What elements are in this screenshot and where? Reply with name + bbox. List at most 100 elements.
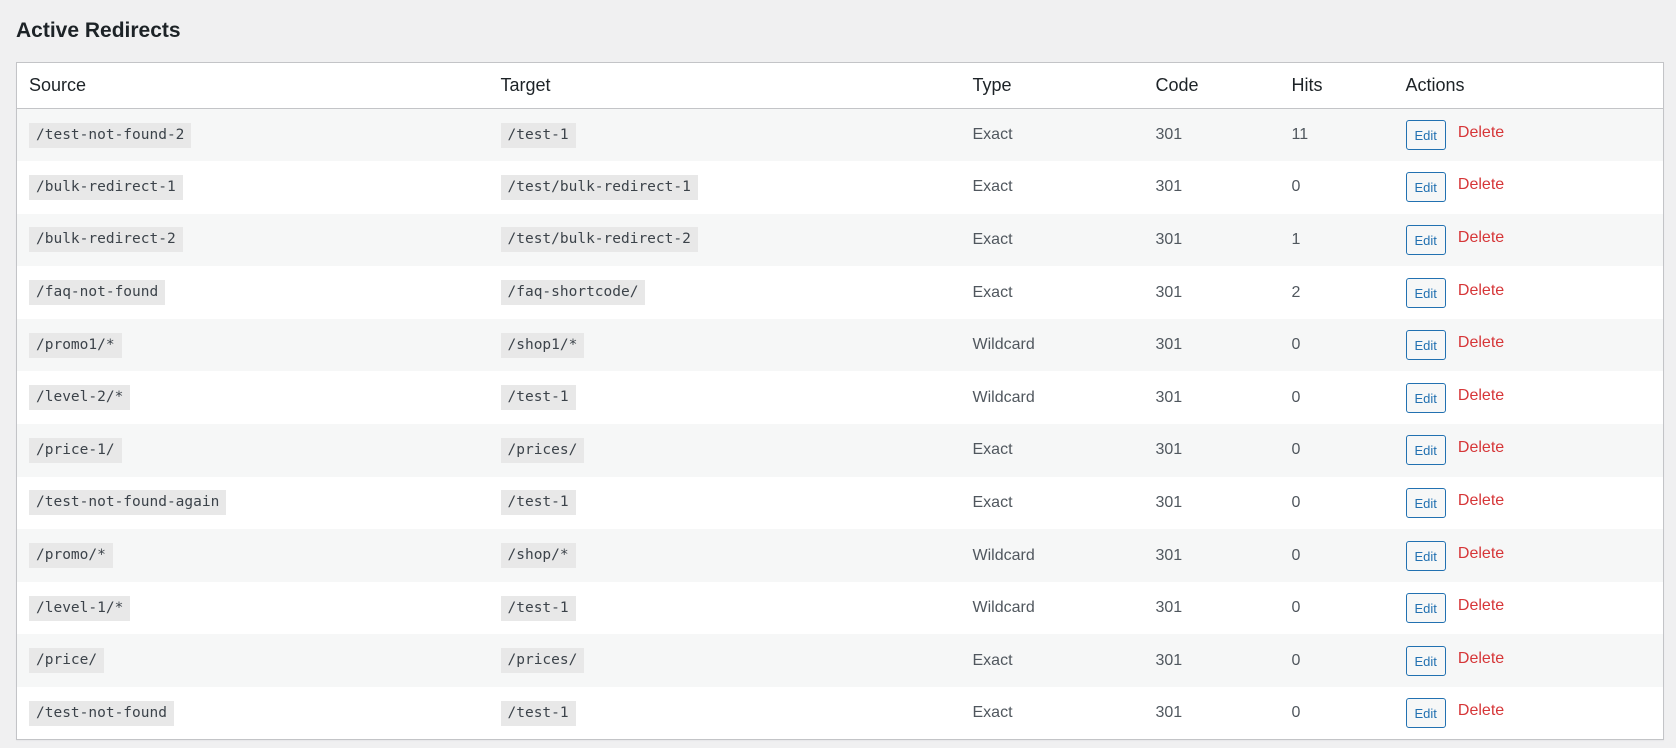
edit-button[interactable]: Edit xyxy=(1405,487,1446,518)
delete-link[interactable]: Delete xyxy=(1458,334,1504,352)
target-path: /test-1 xyxy=(500,595,576,621)
source-cell: /price/ xyxy=(16,634,489,688)
column-header-source[interactable]: Source xyxy=(16,62,489,109)
edit-button[interactable]: Edit xyxy=(1405,172,1446,203)
source-cell: /test-not-found-again xyxy=(16,476,489,530)
type-cell: Exact xyxy=(960,213,1144,267)
source-cell: /price-1/ xyxy=(16,424,489,477)
edit-button[interactable]: Edit xyxy=(1405,540,1446,571)
actions-cell: Edit Delete xyxy=(1393,161,1664,214)
delete-link[interactable]: Delete xyxy=(1458,229,1504,247)
code-cell: 301 xyxy=(1143,213,1280,267)
edit-button[interactable]: Edit xyxy=(1405,224,1446,255)
actions-cell: Edit Delete xyxy=(1393,476,1664,530)
edit-button[interactable]: Edit xyxy=(1405,120,1446,151)
hits-cell: 0 xyxy=(1279,476,1394,530)
hits-cell: 0 xyxy=(1279,529,1394,582)
code-cell: 301 xyxy=(1143,529,1280,582)
source-cell: /promo/* xyxy=(16,529,489,582)
hits-cell: 0 xyxy=(1279,581,1394,635)
delete-link[interactable]: Delete xyxy=(1458,702,1504,720)
target-cell: /test-1 xyxy=(488,581,961,635)
type-cell: Wildcard xyxy=(960,581,1144,635)
delete-link[interactable]: Delete xyxy=(1458,387,1504,405)
type-cell: Exact xyxy=(960,687,1144,740)
code-cell: 301 xyxy=(1143,371,1280,425)
target-cell: /prices/ xyxy=(488,424,961,477)
delete-link[interactable]: Delete xyxy=(1458,176,1504,194)
target-cell: /test-1 xyxy=(488,108,961,162)
source-cell: /level-2/* xyxy=(16,371,489,425)
table-body: /test-not-found-2 /test-1 Exact 301 11 E… xyxy=(16,108,1664,740)
code-cell: 301 xyxy=(1143,318,1280,372)
delete-link[interactable]: Delete xyxy=(1458,492,1504,510)
source-path: /promo1/* xyxy=(29,332,122,358)
source-path: /test-not-found-2 xyxy=(29,122,192,148)
actions-cell: Edit Delete xyxy=(1393,318,1664,372)
target-path: /prices/ xyxy=(500,437,585,463)
table-row: /test-not-found-2 /test-1 Exact 301 11 E… xyxy=(16,108,1664,162)
type-cell: Exact xyxy=(960,424,1144,477)
source-path: /level-2/* xyxy=(29,385,131,411)
delete-link[interactable]: Delete xyxy=(1458,650,1504,668)
source-cell: /level-1/* xyxy=(16,581,489,635)
code-cell: 301 xyxy=(1143,161,1280,214)
target-cell: /test/bulk-redirect-2 xyxy=(488,213,961,267)
redirects-page: Active Redirects Source Target Type Code… xyxy=(0,0,1676,741)
source-path: /bulk-redirect-1 xyxy=(29,174,183,200)
target-cell: /test-1 xyxy=(488,476,961,530)
hits-cell: 0 xyxy=(1279,634,1394,688)
target-path: /test/bulk-redirect-1 xyxy=(500,174,698,200)
hits-cell: 0 xyxy=(1279,687,1394,740)
actions-cell: Edit Delete xyxy=(1393,213,1664,267)
code-cell: 301 xyxy=(1143,108,1280,162)
edit-button[interactable]: Edit xyxy=(1405,645,1446,676)
table-row: /promo1/* /shop1/* Wildcard 301 0 Edit De… xyxy=(16,318,1664,372)
target-cell: /shop/* xyxy=(488,529,961,582)
code-cell: 301 xyxy=(1143,424,1280,477)
target-path: /test-1 xyxy=(500,385,576,411)
table-row: /bulk-redirect-2 /test/bulk-redirect-2 E… xyxy=(16,213,1664,267)
target-path: /test-1 xyxy=(500,490,576,516)
actions-cell: Edit Delete xyxy=(1393,581,1664,635)
delete-link[interactable]: Delete xyxy=(1458,124,1504,142)
source-path: /test-not-found xyxy=(29,700,174,726)
edit-button[interactable]: Edit xyxy=(1405,593,1446,624)
edit-button[interactable]: Edit xyxy=(1405,277,1446,308)
hits-cell: 1 xyxy=(1279,213,1394,267)
delete-link[interactable]: Delete xyxy=(1458,439,1504,457)
source-path: /price-1/ xyxy=(29,437,122,463)
type-cell: Exact xyxy=(960,161,1144,214)
delete-link[interactable]: Delete xyxy=(1458,545,1504,563)
table-header: Source Target Type Code Hits Actions xyxy=(16,62,1664,109)
table-row: /test-not-found-again /test-1 Exact 301 … xyxy=(16,476,1664,530)
table-row: /promo/* /shop/* Wildcard 301 0 Edit Dele… xyxy=(16,529,1664,582)
actions-cell: Edit Delete xyxy=(1393,108,1664,162)
code-cell: 301 xyxy=(1143,476,1280,530)
target-path: /test-1 xyxy=(500,122,576,148)
actions-cell: Edit Delete xyxy=(1393,634,1664,688)
code-cell: 301 xyxy=(1143,266,1280,319)
edit-button[interactable]: Edit xyxy=(1405,435,1446,466)
target-path: /test-1 xyxy=(500,700,576,726)
delete-link[interactable]: Delete xyxy=(1458,597,1504,615)
source-path: /price/ xyxy=(29,648,105,674)
target-path: /prices/ xyxy=(500,648,585,674)
type-cell: Wildcard xyxy=(960,371,1144,425)
target-cell: /prices/ xyxy=(488,634,961,688)
column-header-type[interactable]: Type xyxy=(960,62,1144,109)
type-cell: Exact xyxy=(960,634,1144,688)
target-cell: /test-1 xyxy=(488,687,961,740)
table-row: /price/ /prices/ Exact 301 0 Edit Delete xyxy=(16,634,1664,688)
column-header-code[interactable]: Code xyxy=(1143,62,1280,109)
edit-button[interactable]: Edit xyxy=(1405,382,1446,413)
actions-cell: Edit Delete xyxy=(1393,371,1664,425)
hits-cell: 11 xyxy=(1279,108,1394,162)
delete-link[interactable]: Delete xyxy=(1458,282,1504,300)
edit-button[interactable]: Edit xyxy=(1405,698,1446,729)
redirects-table: Source Target Type Code Hits Actions /te… xyxy=(16,62,1664,741)
column-header-hits[interactable]: Hits xyxy=(1279,62,1394,109)
column-header-target[interactable]: Target xyxy=(488,62,961,109)
target-path: /test/bulk-redirect-2 xyxy=(500,227,698,253)
edit-button[interactable]: Edit xyxy=(1405,330,1446,361)
